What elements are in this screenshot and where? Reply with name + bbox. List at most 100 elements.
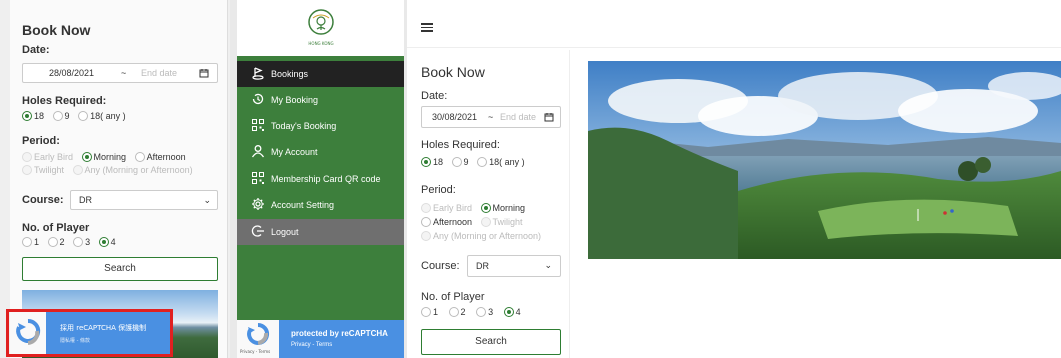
radio-selected-icon[interactable] [421,156,431,167]
recaptcha-badge[interactable]: Privacy - Terms protected by reCAPTCHA P… [237,320,404,358]
club-crest-icon: HONG KONG [308,9,334,46]
holes-option-9[interactable]: 9 [451,156,469,167]
players-option-4[interactable]: 4 [98,236,116,247]
course-value: DR [476,261,489,271]
sidebar-item-label: My Booking [271,95,319,105]
holes-radio-group: 18 9 18( any ) [421,156,531,167]
recaptcha-small-links[interactable]: Privacy - Terms [240,349,270,354]
qr-code-icon [252,119,264,131]
period-radio-group-row2: Afternoon Twilight [421,216,529,227]
date-range-input[interactable]: 30/08/2021 ~ End date [421,106,561,128]
radio-disabled-icon [22,164,32,175]
date-separator: ~ [488,112,494,122]
radio-icon[interactable] [421,306,431,317]
booking-form: Book Now Date: 30/08/2021 ~ End date Hol… [407,50,570,358]
players-radio-group: 1 2 3 4 [22,236,122,247]
recaptcha-logo-icon: Privacy - Terms [237,320,279,358]
end-date-placeholder: End date [500,112,537,122]
mobile-form-container: Book Now Date: 28/08/2021 ~ End date Hol… [10,0,228,358]
gear-icon [252,198,264,210]
period-radio-group: Early Bird Morning [421,202,531,213]
sidebar-item-account-setting[interactable]: Account Setting [237,192,404,218]
players-option-1[interactable]: 1 [22,236,39,247]
radio-selected-icon[interactable] [98,236,109,247]
period-radio-group: Early Bird Morning Afternoon [22,151,192,162]
radio-icon[interactable] [78,110,89,121]
radio-selected-icon[interactable] [81,151,92,162]
sidebar-item-logout[interactable]: Logout [237,219,404,245]
radio-disabled-icon [72,164,83,175]
radio-selected-icon[interactable] [22,110,32,121]
holes-option-18-any[interactable]: 18( any ) [78,110,126,121]
sidebar-item-my-booking[interactable]: My Booking [237,87,404,113]
radio-icon[interactable] [448,306,459,317]
club-logo: HONG KONG [237,0,404,56]
radio-icon[interactable] [22,236,32,247]
radio-icon[interactable] [134,151,145,162]
period-option-morning[interactable]: Morning [480,202,525,213]
sidebar-item-membership-qr[interactable]: Membership Card QR code [237,166,404,192]
user-icon [251,145,265,158]
players-radio-group: 1 2 3 4 [421,306,527,317]
period-option-afternoon[interactable]: Afternoon [134,151,186,162]
radio-icon[interactable] [52,110,63,121]
radio-icon[interactable] [451,156,462,167]
end-date-placeholder: End date [141,68,178,78]
course-label: Course: [22,194,64,206]
radio-icon[interactable] [476,306,487,317]
date-range-input[interactable]: 28/08/2021 ~ End date [22,63,218,83]
players-option-2[interactable]: 2 [448,306,466,317]
players-option-3[interactable]: 3 [476,306,493,317]
logout-icon [251,225,264,237]
holes-option-18[interactable]: 18 [22,110,44,121]
calendar-icon[interactable] [199,68,209,78]
period-radio-group-row2: Twilight Any (Morning or Afternoon) [22,164,199,175]
period-option-any: Any (Morning or Afternoon) [421,230,541,241]
radio-icon[interactable] [477,156,488,167]
menu-toggle-icon[interactable] [421,23,433,33]
radio-icon[interactable] [47,236,58,247]
radio-disabled-icon [22,151,32,162]
calendar-icon[interactable] [544,112,554,122]
radio-disabled-icon [421,230,431,241]
sidebar: HONG KONG Bookings My Booking Today's Bo… [237,0,404,358]
top-bar [407,0,1061,48]
course-select[interactable]: DR ⌄ [70,190,218,210]
holes-option-18-any[interactable]: 18( any ) [477,156,525,167]
radio-disabled-icon [421,202,431,213]
radio-icon[interactable] [421,216,431,227]
holes-option-9[interactable]: 9 [52,110,70,121]
radio-icon[interactable] [73,236,84,247]
chevron-down-icon: ⌄ [544,260,552,270]
course-label: Course: [421,260,460,272]
period-label: Period: [22,135,60,147]
players-option-3[interactable]: 3 [73,236,90,247]
radio-disabled-icon [480,216,491,227]
holes-option-18[interactable]: 18 [421,156,443,167]
holes-radio-group: 18 9 18( any ) [22,110,132,121]
start-date: 28/08/2021 [49,68,95,78]
search-button[interactable]: Search [421,329,561,355]
date-label: Date: [22,44,50,56]
course-select[interactable]: DR ⌄ [467,255,561,277]
radio-selected-icon[interactable] [480,202,491,213]
period-option-morning[interactable]: Morning [81,151,126,162]
period-option-afternoon[interactable]: Afternoon [421,216,472,227]
players-option-4[interactable]: 4 [503,306,521,317]
players-option-2[interactable]: 2 [47,236,65,247]
players-option-1[interactable]: 1 [421,306,438,317]
qr-code-icon [252,172,264,184]
history-icon [252,93,264,105]
search-button[interactable]: Search [22,257,218,281]
holes-label: Holes Required: [22,95,107,107]
sidebar-item-bookings[interactable]: Bookings [237,61,404,87]
period-option-twilight: Twilight [22,164,64,175]
page-title: Book Now [421,64,485,80]
recaptcha-links[interactable]: Privacy - Terms [291,342,332,348]
sidebar-item-my-account[interactable]: My Account [237,139,404,165]
sidebar-item-label: Today's Booking [271,121,337,131]
highlight-box [6,309,173,357]
sidebar-item-todays-booking[interactable]: Today's Booking [237,113,404,139]
start-date: 30/08/2021 [432,112,478,122]
radio-selected-icon[interactable] [503,306,514,317]
